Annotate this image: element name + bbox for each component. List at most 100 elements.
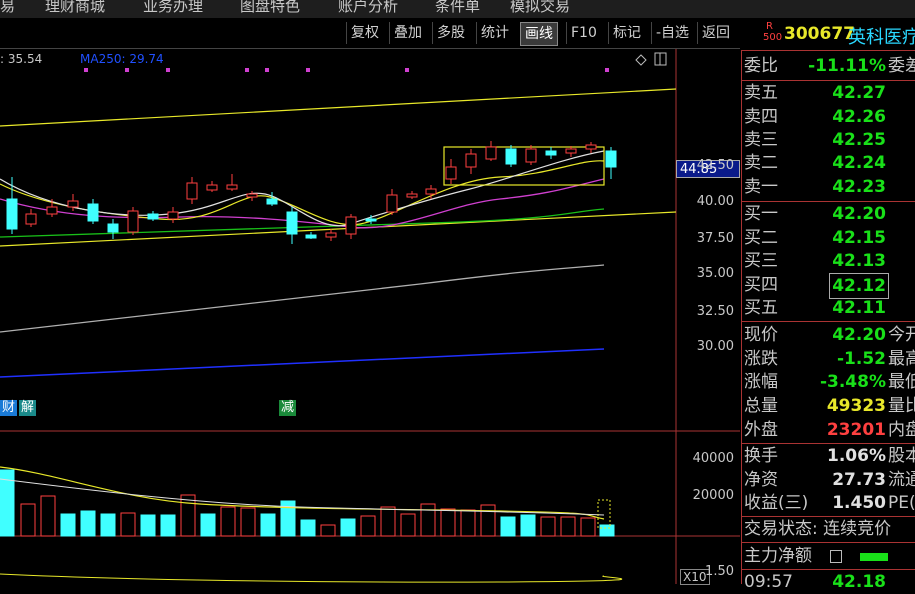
fund-row-turnover: 换手 1.06% 股本 [742,444,915,468]
top-menu-bar: 易 理财商城 业务办理 图盘特色 账户分析 条件单 模拟交易 [0,0,915,18]
weidiff-label: 委差 [888,56,915,76]
fund-label: 换手 [744,446,778,466]
candle-body [286,211,298,235]
statistics-button[interactable]: 统计 [476,22,513,44]
candle-body [167,211,179,220]
ask-label: 卖四 [744,107,778,127]
main-flow-row[interactable]: 主力净额 [742,544,915,568]
marker-dot [84,68,88,72]
menu-item-simulated-trade[interactable]: 模拟交易 [510,0,570,16]
quote-value: -3.48% [819,372,886,392]
menu-item-account-analysis[interactable]: 账户分析 [338,0,398,16]
volume-bar [80,510,96,537]
ask-row-3[interactable]: 卖三 42.25 [742,128,915,152]
volume-bar [580,517,596,537]
ma-long-gray [0,264,605,333]
candle-body [425,188,437,195]
menu-item-chart-features[interactable]: 图盘特色 [240,0,300,16]
ask-row-5[interactable]: 卖五 42.27 [742,81,915,105]
candle-body [325,232,337,238]
candle-body [386,194,398,213]
marker-dot [405,68,409,72]
mark-button[interactable]: 标记 [608,22,645,44]
volume-bars-group [0,469,615,537]
draw-line-button[interactable]: 画线 [520,22,558,46]
candle-body [305,234,317,239]
bid-row-2[interactable]: 买二 42.15 [742,226,915,250]
trend-line-lower [0,211,677,247]
weibi-value: -11.11% [808,56,886,76]
candle-body [266,198,278,205]
fund-value: 27.73 [832,470,886,490]
overlay-button[interactable]: 叠加 [389,22,426,44]
candle-body [525,148,537,163]
ma-legend-1: : 35.54 [0,52,43,66]
candle-body [206,184,218,191]
vol-ma-white [0,478,605,516]
quote-row-pct: 涨幅 -3.48% 最低 [742,370,915,394]
volume-bar [560,516,576,537]
volume-bar [480,504,496,537]
bid-label: 买四 [744,275,778,295]
f10-button[interactable]: F10 [566,22,601,44]
volume-bar [380,506,396,537]
bid-label: 买一 [744,204,778,224]
menu-item-mall[interactable]: 理财商城 [45,0,105,16]
remove-favorite-button[interactable]: -自选 [651,22,693,44]
ask-price: 42.27 [832,83,886,103]
ask-row-4[interactable]: 卖四 42.26 [742,105,915,129]
kline-chart[interactable]: : 35.54 MA250: 29.74 44.85 42.50 40.00 3… [0,49,740,585]
volume-bar [200,513,216,537]
bid-price: 42.11 [832,298,886,318]
menu-item-trade[interactable]: 易 [0,0,15,16]
candle-body [565,148,577,154]
bid-row-5[interactable]: 买五 42.11 [742,296,915,320]
price-tick-42-50: 42.50 [696,158,734,173]
restore-rights-button[interactable]: 复权 [346,22,383,44]
price-tick-40-00: 40.00 [696,194,734,209]
diamond-icon [635,54,647,66]
fund-row-netasset: 净资 27.73 流通 [742,468,915,492]
candle-body [365,218,377,222]
quote-right-label: 量比 [888,396,915,416]
menu-item-conditional-order[interactable]: 条件单 [435,0,480,16]
volume-bar [40,495,56,537]
bid-row-4[interactable]: 买四 42.12 [742,273,915,299]
price-tick-30-00: 30.00 [696,339,734,354]
candle-body [226,184,238,190]
fund-right-label: PE(动 [888,493,915,513]
menu-item-business[interactable]: 业务办理 [143,0,203,16]
badge-unlock[interactable]: 解 [19,400,37,416]
candle-body [445,166,457,180]
candle-body [127,210,139,233]
tick-price: 42.18 [832,572,886,592]
marker-dot [166,68,170,72]
trade-status-row: 交易状态: 连续竞价 [742,517,915,541]
volume-bar [500,516,516,537]
bid-row-3[interactable]: 买三 42.13 [742,249,915,273]
fund-value: 1.06% [827,446,886,466]
fund-label: 收益(三) [744,493,809,513]
marker-dot [265,68,269,72]
volume-bar [160,514,176,537]
tick-row: 09:57 42.18 [742,570,915,594]
ask-row-1[interactable]: 卖一 42.23 [742,175,915,199]
badge-reduce[interactable]: 减 [279,400,297,416]
candle-body [246,193,258,198]
quote-right-label: 内盘 [888,420,915,440]
candles-group [6,141,617,244]
ask-price: 42.23 [832,177,886,197]
multi-stock-button[interactable]: 多股 [432,22,469,44]
volume-bar [180,494,196,537]
bottom-indicator-line [0,573,623,583]
main-flow-menu-icon[interactable] [830,550,842,563]
marker-dot [125,68,129,72]
bid-row-1[interactable]: 买一 42.20 [742,202,915,226]
ask-row-2[interactable]: 卖二 42.24 [742,151,915,175]
trade-status: 交易状态: 连续竞价 [744,519,892,539]
badge-finance[interactable]: 财 [0,400,18,416]
volume-bar [240,507,256,537]
candle-body [345,216,357,235]
back-button[interactable]: 返回 [697,22,734,44]
quote-label: 涨幅 [744,372,778,392]
